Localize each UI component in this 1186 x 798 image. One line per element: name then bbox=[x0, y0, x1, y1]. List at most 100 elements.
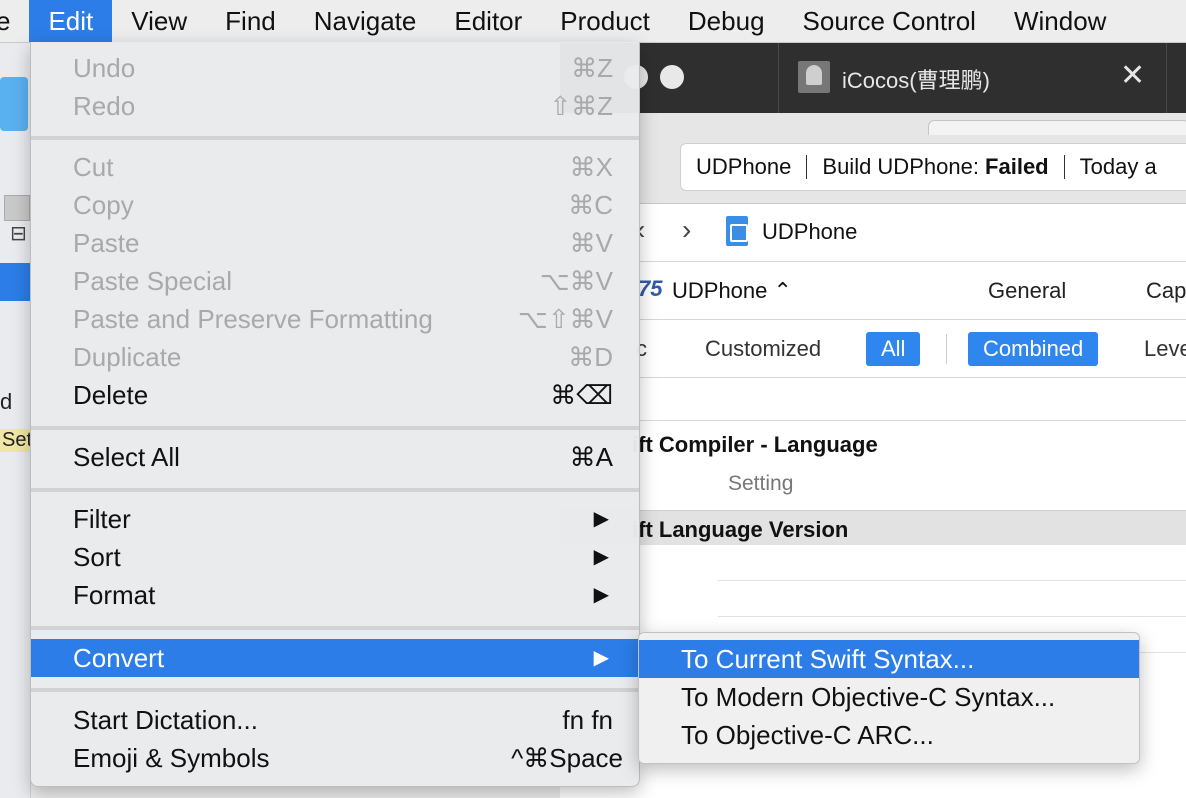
menu-item-shortcut: ⌘⌫ bbox=[550, 380, 613, 410]
submenu-item-label: To Modern Objective-C Syntax... bbox=[681, 682, 1056, 712]
menu-item-redo[interactable]: Redo ⇧⌘Z bbox=[31, 87, 639, 125]
search-row bbox=[560, 378, 1186, 421]
menu-item-shortcut: ⌘D bbox=[568, 342, 613, 372]
menu-item-label: Delete bbox=[73, 380, 149, 410]
submenu-item-label: To Objective-C ARC... bbox=[681, 720, 934, 750]
submenu-arrow-icon: ▶ bbox=[593, 647, 609, 669]
sidebar-text-d: d bbox=[0, 389, 13, 414]
menu-item-shortcut: ⌘Z bbox=[571, 53, 613, 83]
submenu-item-modern-objc-syntax[interactable]: To Modern Objective-C Syntax... bbox=[639, 678, 1139, 716]
menu-item-start-dictation[interactable]: Start Dictation... fn fn bbox=[31, 701, 639, 739]
jump-bar-project[interactable]: UDPhone bbox=[762, 219, 857, 245]
menu-item-label: Duplicate bbox=[73, 342, 182, 372]
tab-title[interactable]: iCocos(曹理鹏) bbox=[842, 63, 990, 95]
editor-segment[interactable] bbox=[928, 120, 1186, 135]
column-header-setting: Setting bbox=[728, 472, 794, 495]
menu-item-paste-special[interactable]: Paste Special ⌥⌘V bbox=[31, 262, 639, 300]
close-icon[interactable]: ✕ bbox=[1120, 59, 1145, 93]
menu-item-select-all[interactable]: Select All ⌘A bbox=[31, 438, 639, 476]
avatar bbox=[798, 61, 830, 93]
filter-field[interactable] bbox=[4, 195, 30, 221]
activity-status: Build UDPhone: Failed bbox=[807, 154, 1063, 180]
menu-separator bbox=[31, 136, 639, 140]
submenu-item-objc-arc[interactable]: To Objective-C ARC... bbox=[639, 716, 1139, 754]
menu-item-duplicate[interactable]: Duplicate ⌘D bbox=[31, 338, 639, 376]
activity-time: Today a bbox=[1079, 154, 1157, 179]
menu-item-undo[interactable]: Undo ⌘Z bbox=[31, 49, 639, 87]
menu-item-shortcut: ⌥⌘V bbox=[539, 266, 613, 296]
tab-general[interactable]: General bbox=[988, 278, 1066, 304]
menubar-item-edit[interactable]: Edit bbox=[29, 0, 113, 42]
menu-item-shortcut: ⇧⌘Z bbox=[549, 91, 613, 121]
menu-separator bbox=[31, 688, 639, 692]
selected-navigator-row[interactable] bbox=[0, 263, 30, 301]
activity-viewer[interactable]: UDPhone Build UDPhone: Failed Today a bbox=[680, 143, 1186, 191]
filter-customized[interactable]: Customized bbox=[705, 336, 821, 362]
tab-capabilities[interactable]: Cap bbox=[1146, 278, 1186, 304]
activity-scheme: UDPhone bbox=[696, 154, 792, 179]
activity-status-result: Failed bbox=[985, 154, 1049, 179]
menu-item-shortcut: ⌘A bbox=[569, 442, 613, 472]
menu-item-format[interactable]: Format ▶ bbox=[31, 576, 639, 614]
menubar-item-view[interactable]: View bbox=[112, 0, 206, 42]
menu-item-label: Paste Special bbox=[73, 266, 232, 296]
tab-divider bbox=[1166, 43, 1167, 113]
menu-item-filter[interactable]: Filter ▶ bbox=[31, 500, 639, 538]
submenu-arrow-icon: ▶ bbox=[593, 546, 609, 568]
menu-item-label: Format bbox=[73, 580, 156, 610]
submenu-arrow-icon: ▶ bbox=[593, 584, 609, 606]
menubar-item-source-control[interactable]: Source Control bbox=[784, 0, 995, 42]
menubar-item-editor[interactable]: Editor bbox=[435, 0, 541, 42]
menubar-item-window[interactable]: Window bbox=[995, 0, 1125, 42]
window-button-zoom-icon[interactable] bbox=[660, 65, 684, 89]
menu-item-label: Undo bbox=[73, 53, 136, 83]
setting-row[interactable]: ift Language Version bbox=[560, 510, 1186, 545]
menu-item-shortcut: ⌘C bbox=[568, 190, 613, 220]
sidebar-text-set: Set bbox=[0, 429, 35, 452]
menu-item-convert[interactable]: Convert ▶ bbox=[31, 639, 639, 677]
menu-item-copy[interactable]: Copy ⌘C bbox=[31, 186, 639, 224]
menu-item-label: Redo bbox=[73, 91, 136, 121]
hierarchy-icon[interactable]: ⊟ bbox=[10, 221, 27, 246]
menu-separator bbox=[31, 488, 639, 492]
menu-item-shortcut: ^⌘Space bbox=[511, 743, 623, 773]
filter-combined[interactable]: Combined bbox=[968, 332, 1099, 366]
menubar-item-file[interactable]: e bbox=[0, 0, 29, 42]
menu-item-sort[interactable]: Sort ▶ bbox=[31, 538, 639, 576]
menu-item-label: Filter bbox=[73, 504, 131, 534]
jump-bar: ‹ › UDPhone bbox=[560, 204, 1186, 262]
menu-item-shortcut: ⌘V bbox=[569, 228, 613, 258]
menu-item-delete[interactable]: Delete ⌘⌫ bbox=[31, 376, 639, 414]
tab-divider bbox=[778, 43, 779, 113]
edit-menu: Undo ⌘Z Redo ⇧⌘Z Cut ⌘X Copy ⌘C Paste ⌘V… bbox=[30, 42, 640, 787]
menu-item-label: Paste and Preserve Formatting bbox=[73, 304, 433, 334]
target-bar: 75 UDPhone ⌃ General Cap bbox=[560, 262, 1186, 320]
menu-item-shortcut: ⌥⇧⌘V bbox=[517, 304, 613, 334]
menu-item-label: Start Dictation... bbox=[73, 705, 258, 735]
menu-item-paste[interactable]: Paste ⌘V bbox=[31, 224, 639, 262]
menubar-item-debug[interactable]: Debug bbox=[669, 0, 784, 42]
menubar-item-product[interactable]: Product bbox=[541, 0, 669, 42]
menu-item-label: Select All bbox=[73, 442, 180, 472]
menu-item-label: Paste bbox=[73, 228, 140, 258]
menu-item-cut[interactable]: Cut ⌘X bbox=[31, 148, 639, 186]
menu-item-label: Cut bbox=[73, 152, 114, 182]
divider bbox=[946, 334, 947, 364]
target-selector[interactable]: UDPhone ⌃ bbox=[672, 278, 792, 304]
section-heading: ift Compiler - Language bbox=[632, 432, 878, 457]
menubar-item-find[interactable]: Find bbox=[206, 0, 295, 42]
filter-levels[interactable]: Leve bbox=[1144, 336, 1186, 362]
menu-item-emoji-symbols[interactable]: Emoji & Symbols ^⌘Space bbox=[31, 739, 639, 777]
menu-item-paste-preserve-formatting[interactable]: Paste and Preserve Formatting ⌥⇧⌘V bbox=[31, 300, 639, 338]
project-icon bbox=[726, 216, 748, 246]
divider bbox=[718, 580, 1186, 581]
forward-icon[interactable]: › bbox=[682, 214, 691, 246]
folder-icon bbox=[0, 77, 28, 131]
filter-all[interactable]: All bbox=[866, 332, 921, 366]
menu-item-label: Copy bbox=[73, 190, 134, 220]
menubar-item-navigate[interactable]: Navigate bbox=[295, 0, 436, 42]
menu-separator bbox=[31, 426, 639, 430]
submenu-item-current-swift-syntax[interactable]: To Current Swift Syntax... bbox=[639, 640, 1139, 678]
build-settings-filter-bar: c Customized All Combined Leve bbox=[560, 320, 1186, 378]
setting-row-label: ift Language Version bbox=[632, 517, 849, 542]
